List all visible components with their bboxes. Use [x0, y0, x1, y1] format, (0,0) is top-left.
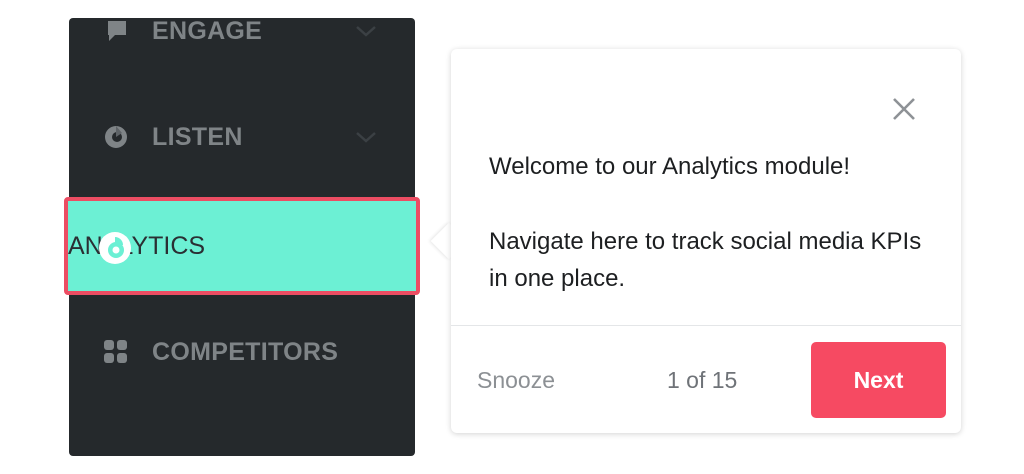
tour-body-text: Navigate here to track social media KPIs… — [489, 228, 922, 292]
popover-divider — [451, 325, 961, 326]
next-button[interactable]: Next — [811, 342, 946, 418]
sidebar-item-label: ANALYTICS — [68, 231, 206, 260]
tour-message: Welcome to our Analytics module! Navigat… — [489, 148, 939, 297]
tour-progress: 1 of 15 — [667, 367, 738, 393]
speech-bubble-icon — [101, 18, 131, 46]
listen-icon — [101, 122, 131, 152]
sidebar-item-label: COMPETITORS — [152, 337, 339, 366]
chevron-down-icon — [356, 132, 376, 143]
sidebar-item-label: ENGAGE — [152, 18, 263, 45]
sidebar-item-analytics[interactable]: ANALYTICS — [64, 197, 420, 295]
sidebar-item-listen[interactable]: LISTEN — [69, 91, 415, 183]
close-icon[interactable] — [890, 95, 918, 123]
tour-welcome-text: Welcome to our Analytics module! — [489, 153, 851, 180]
sidebar-item-competitors[interactable]: COMPETITORS — [69, 306, 415, 398]
sidebar-item-label: LISTEN — [152, 122, 243, 151]
analytics-icon — [98, 231, 132, 270]
grid-icon — [101, 337, 131, 367]
chevron-down-icon — [356, 26, 376, 37]
snooze-button[interactable]: Snooze — [477, 367, 555, 394]
sidebar-item-engage[interactable]: ENGAGE — [69, 18, 415, 77]
